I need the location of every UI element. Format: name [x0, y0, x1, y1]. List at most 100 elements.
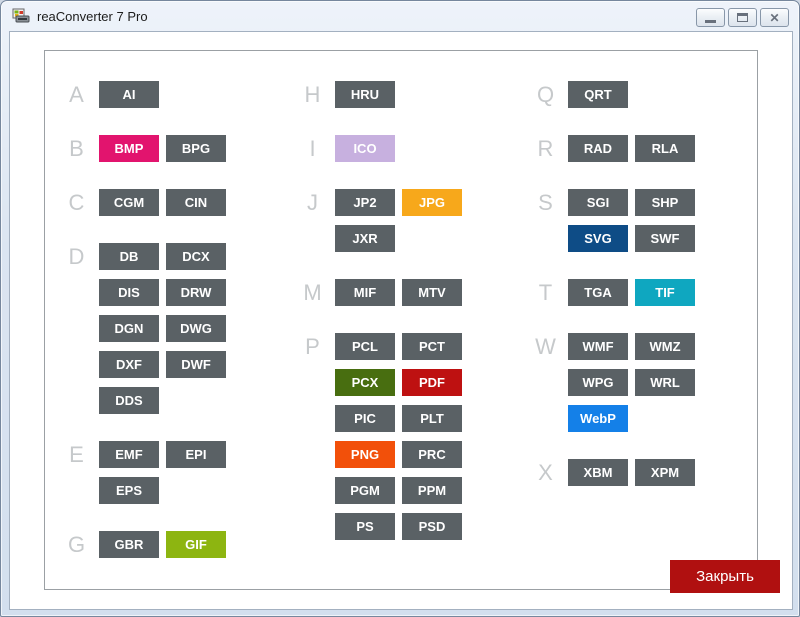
maximize-button[interactable]	[728, 8, 757, 27]
format-button-epi[interactable]: EPI	[166, 441, 226, 468]
format-group-m: M MIF MTV	[298, 279, 462, 306]
format-button-ai[interactable]: AI	[99, 81, 159, 108]
group-letter: X	[531, 459, 560, 486]
close-button[interactable]: ✕	[760, 8, 789, 27]
format-button-jpg[interactable]: JPG	[402, 189, 462, 216]
format-button-pct[interactable]: PCT	[402, 333, 462, 360]
format-button-psd[interactable]: PSD	[402, 513, 462, 540]
group-letter: S	[531, 189, 560, 216]
format-button-hru[interactable]: HRU	[335, 81, 395, 108]
group-letter: G	[62, 531, 91, 558]
format-column-3: QQRTRRADRLASSGISHPSVGSWFTTGATIFWWMFWMZWP…	[531, 81, 695, 486]
format-group-h: H HRU	[298, 81, 462, 108]
minimize-icon	[705, 20, 716, 23]
format-button-ppm[interactable]: PPM	[402, 477, 462, 504]
maximize-icon	[737, 13, 748, 22]
format-button-emf[interactable]: EMF	[99, 441, 159, 468]
format-button-wmf[interactable]: WMF	[568, 333, 628, 360]
format-column-1: A AI B BMP BPG C CGM CIN D DB DCX DIS DRW DGN DWG DXF DW…	[62, 81, 226, 558]
format-button-jp2[interactable]: JP2	[335, 189, 395, 216]
format-button-swf[interactable]: SWF	[635, 225, 695, 252]
format-button-rad[interactable]: RAD	[568, 135, 628, 162]
format-group-t: T TGA TIF	[531, 279, 695, 306]
format-button-bpg[interactable]: BPG	[166, 135, 226, 162]
format-group-r: R RAD RLA	[531, 135, 695, 162]
group-letter: I	[298, 135, 327, 162]
format-button-dwf[interactable]: DWF	[166, 351, 226, 378]
format-button-gif[interactable]: GIF	[166, 531, 226, 558]
format-button-pcl[interactable]: PCL	[335, 333, 395, 360]
format-button-pdf[interactable]: PDF	[402, 369, 462, 396]
group-letter: E	[62, 441, 91, 468]
group-letter: B	[62, 135, 91, 162]
format-group-b: B BMP BPG	[62, 135, 226, 162]
format-group-q: Q QRT	[531, 81, 695, 108]
format-button-mif[interactable]: MIF	[335, 279, 395, 306]
format-button-pic[interactable]: PIC	[335, 405, 395, 432]
format-button-dxf[interactable]: DXF	[99, 351, 159, 378]
minimize-button[interactable]	[696, 8, 725, 27]
format-button-wrl[interactable]: WRL	[635, 369, 695, 396]
group-letter: H	[298, 81, 327, 108]
format-button-svg[interactable]: SVG	[568, 225, 628, 252]
format-group-d: D DB DCX DIS DRW DGN DWG DXF DWF DDS	[62, 243, 226, 414]
format-button-db[interactable]: DB	[99, 243, 159, 270]
format-group-i: I ICO	[298, 135, 462, 162]
format-group-w: WWMFWMZWPGWRLWebP	[531, 333, 695, 432]
format-button-wpg[interactable]: WPG	[568, 369, 628, 396]
format-button-wmz[interactable]: WMZ	[635, 333, 695, 360]
format-button-tif[interactable]: TIF	[635, 279, 695, 306]
format-button-pgm[interactable]: PGM	[335, 477, 395, 504]
group-letter: D	[62, 243, 91, 270]
format-group-g: G GBR GIF	[62, 531, 226, 558]
format-button-qrt[interactable]: QRT	[568, 81, 628, 108]
group-letter: P	[298, 333, 327, 360]
format-group-e: E EMF EPI EPS	[62, 441, 226, 504]
format-button-drw[interactable]: DRW	[166, 279, 226, 306]
format-group-p: P PCL PCT PCX PDF PIC PLT PNG PRC PGM PPM PS PSD	[298, 333, 462, 540]
format-button-bmp[interactable]: BMP	[99, 135, 159, 162]
format-button-gbr[interactable]: GBR	[99, 531, 159, 558]
format-button-dcx[interactable]: DCX	[166, 243, 226, 270]
format-button-png[interactable]: PNG	[335, 441, 395, 468]
group-letter: R	[531, 135, 560, 162]
close-dialog-button[interactable]: Закрыть	[670, 560, 780, 593]
format-button-sgi[interactable]: SGI	[568, 189, 628, 216]
format-button-prc[interactable]: PRC	[402, 441, 462, 468]
format-group-a: A AI	[62, 81, 226, 108]
close-icon: ✕	[769, 12, 779, 24]
format-group-s: S SGI SHP SVG SWF	[531, 189, 695, 252]
titlebar[interactable]: reaConverter 7 Pro	[1, 1, 799, 31]
format-button-plt[interactable]: PLT	[402, 405, 462, 432]
format-group-x: X XBM XPM	[531, 459, 695, 486]
format-button-eps[interactable]: EPS	[99, 477, 159, 504]
format-button-dis[interactable]: DIS	[99, 279, 159, 306]
format-button-xbm[interactable]: XBM	[568, 459, 628, 486]
app-icon	[12, 8, 30, 24]
client-area: A AI B BMP BPG C CGM CIN D DB DCX DIS DRW DGN DWG DXF DW…	[9, 31, 793, 610]
format-button-mtv[interactable]: MTV	[402, 279, 462, 306]
format-button-webp[interactable]: WebP	[568, 405, 628, 432]
format-button-tga[interactable]: TGA	[568, 279, 628, 306]
format-button-dwg[interactable]: DWG	[166, 315, 226, 342]
group-letter: J	[298, 189, 327, 216]
group-letter: T	[531, 279, 560, 306]
window-controls: ✕	[696, 8, 789, 27]
format-button-jxr[interactable]: JXR	[335, 225, 395, 252]
format-button-cin[interactable]: CIN	[166, 189, 226, 216]
format-button-xpm[interactable]: XPM	[635, 459, 695, 486]
group-letter: C	[62, 189, 91, 216]
format-button-shp[interactable]: SHP	[635, 189, 695, 216]
format-button-ps[interactable]: PS	[335, 513, 395, 540]
format-button-pcx[interactable]: PCX	[335, 369, 395, 396]
format-button-cgm[interactable]: CGM	[99, 189, 159, 216]
format-button-dds[interactable]: DDS	[99, 387, 159, 414]
group-letter: M	[298, 279, 327, 306]
app-window: reaConverter 7 Pro ✕ AAIBBMPBPGCCGMCINDD…	[0, 0, 800, 617]
format-button-ico[interactable]: ICO	[335, 135, 395, 162]
group-letter: A	[62, 81, 91, 108]
format-button-dgn[interactable]: DGN	[99, 315, 159, 342]
group-letter: Q	[531, 81, 560, 108]
format-button-rla[interactable]: RLA	[635, 135, 695, 162]
window-title: reaConverter 7 Pro	[37, 9, 148, 24]
